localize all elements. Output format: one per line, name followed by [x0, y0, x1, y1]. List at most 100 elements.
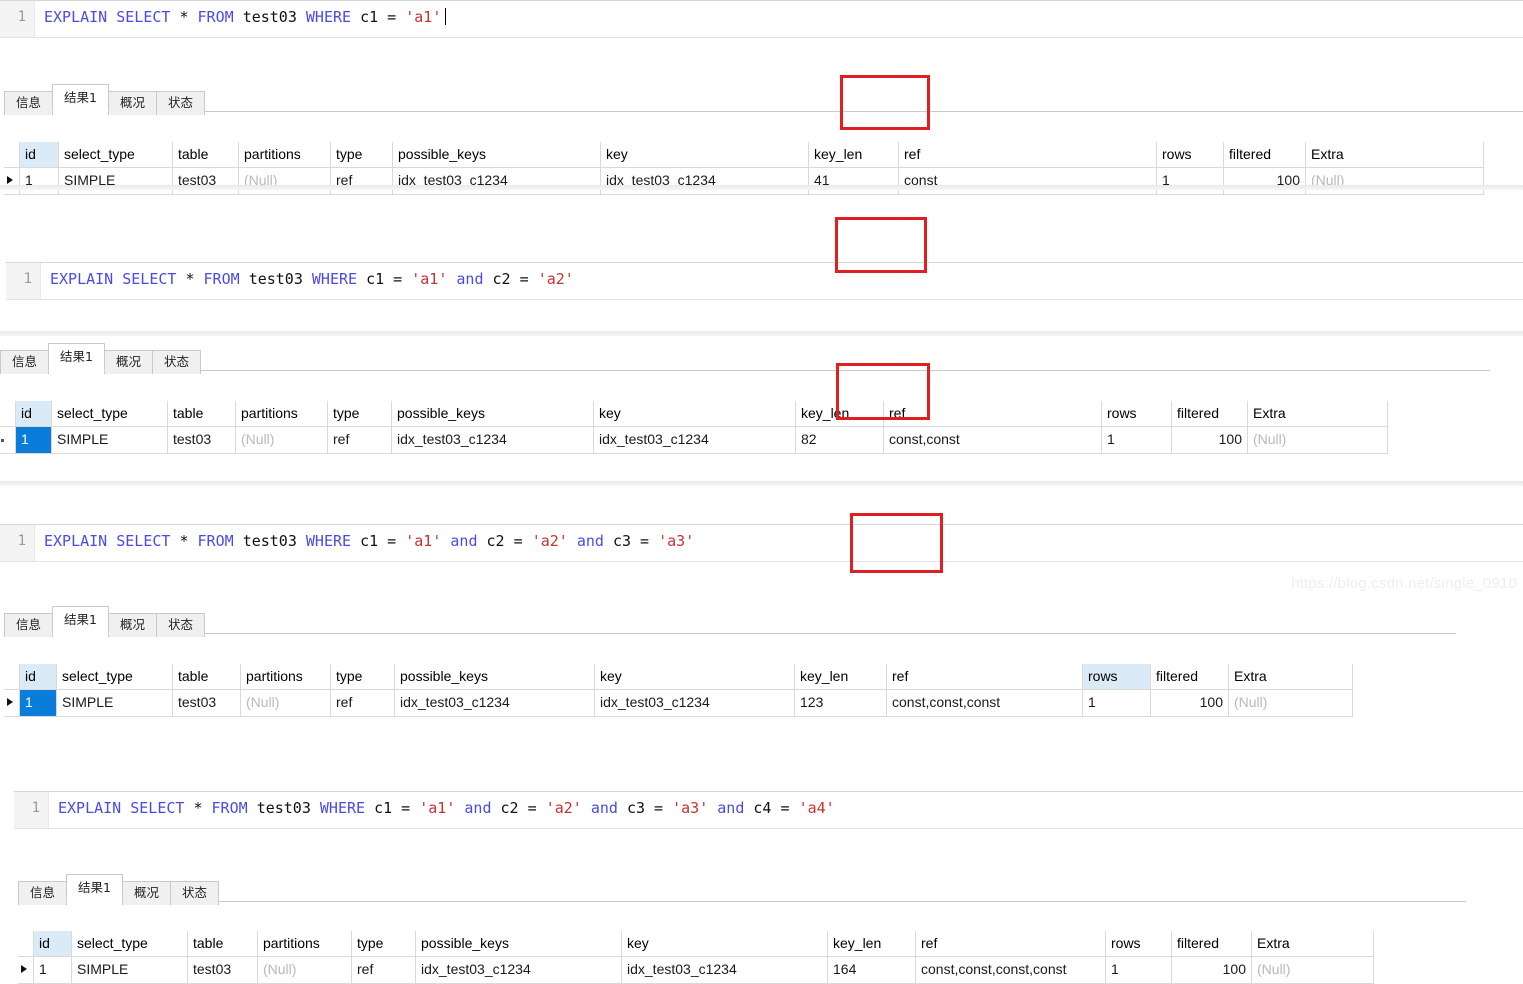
- cell-Extra[interactable]: (Null): [1229, 690, 1353, 717]
- cell-possible_keys[interactable]: idx_test03_c1234: [393, 168, 601, 195]
- column-header-type[interactable]: type: [331, 142, 393, 168]
- column-header-type[interactable]: type: [328, 401, 392, 427]
- tab-info[interactable]: 信息: [18, 880, 68, 905]
- tab-result1[interactable]: 结果1: [52, 605, 109, 634]
- cell-key[interactable]: idx_test03_c1234: [622, 957, 828, 984]
- cell-key[interactable]: idx_test03_c1234: [601, 168, 809, 195]
- cell-key[interactable]: idx_test03_c1234: [594, 427, 796, 454]
- row-marker[interactable]: [0, 427, 16, 454]
- cell-table[interactable]: test03: [173, 690, 241, 717]
- tab-info[interactable]: 信息: [0, 349, 50, 374]
- cell-type[interactable]: ref: [331, 168, 393, 195]
- cell-type[interactable]: ref: [352, 957, 416, 984]
- column-header-partitions[interactable]: partitions: [241, 664, 331, 690]
- cell-type[interactable]: ref: [328, 427, 392, 454]
- column-header-table[interactable]: table: [168, 401, 236, 427]
- cell-table[interactable]: test03: [168, 427, 236, 454]
- cell-table[interactable]: test03: [173, 168, 239, 195]
- column-header-filtered[interactable]: filtered: [1224, 142, 1306, 168]
- cell-key_len[interactable]: 82: [796, 427, 884, 454]
- column-header-ref[interactable]: ref: [884, 401, 1102, 427]
- cell-table[interactable]: test03: [188, 957, 258, 984]
- row-marker[interactable]: [4, 168, 20, 195]
- column-header-partitions[interactable]: partitions: [258, 931, 352, 957]
- cell-id[interactable]: 1: [20, 168, 59, 195]
- column-header-key_len[interactable]: key_len: [795, 664, 887, 690]
- tab-profile[interactable]: 概况: [107, 90, 157, 115]
- cell-id[interactable]: 1: [34, 957, 72, 984]
- column-header-Extra[interactable]: Extra: [1248, 401, 1388, 427]
- cell-key_len[interactable]: 41: [809, 168, 899, 195]
- column-header-type[interactable]: type: [331, 664, 395, 690]
- column-header-Extra[interactable]: Extra: [1306, 142, 1484, 168]
- cell-filtered[interactable]: 100: [1224, 168, 1306, 195]
- tab-status[interactable]: 状态: [155, 612, 205, 637]
- cell-ref[interactable]: const: [899, 168, 1157, 195]
- column-header-select_type[interactable]: select_type: [72, 931, 188, 957]
- cell-filtered[interactable]: 100: [1172, 427, 1248, 454]
- cell-key_len[interactable]: 164: [828, 957, 916, 984]
- cell-rows[interactable]: 1: [1102, 427, 1172, 454]
- column-header-rows[interactable]: rows: [1157, 142, 1224, 168]
- column-header-key_len[interactable]: key_len: [828, 931, 916, 957]
- cell-ref[interactable]: const,const: [884, 427, 1102, 454]
- cell-Extra[interactable]: (Null): [1306, 168, 1484, 195]
- column-header-key[interactable]: key: [622, 931, 828, 957]
- cell-rows[interactable]: 1: [1157, 168, 1224, 195]
- row-marker[interactable]: [4, 690, 20, 717]
- cell-partitions[interactable]: (Null): [241, 690, 331, 717]
- column-header-table[interactable]: table: [188, 931, 258, 957]
- column-header-id[interactable]: id: [16, 401, 52, 427]
- column-header-key_len[interactable]: key_len: [796, 401, 884, 427]
- cell-partitions[interactable]: (Null): [258, 957, 352, 984]
- column-header-rows[interactable]: rows: [1083, 664, 1151, 690]
- column-header-select_type[interactable]: select_type: [52, 401, 168, 427]
- tab-profile[interactable]: 概况: [107, 612, 157, 637]
- tab-result1[interactable]: 结果1: [66, 873, 123, 902]
- sql-editor-3[interactable]: 1 EXPLAIN SELECT * FROM test03 WHERE c1 =…: [0, 524, 1523, 562]
- cell-id[interactable]: 1: [20, 690, 57, 717]
- column-header-id[interactable]: id: [20, 142, 59, 168]
- column-header-possible_keys[interactable]: possible_keys: [416, 931, 622, 957]
- cell-Extra[interactable]: (Null): [1252, 957, 1374, 984]
- column-header-ref[interactable]: ref: [887, 664, 1083, 690]
- cell-partitions[interactable]: (Null): [239, 168, 331, 195]
- column-header-id[interactable]: id: [34, 931, 72, 957]
- column-header-key[interactable]: key: [594, 401, 796, 427]
- column-header-partitions[interactable]: partitions: [236, 401, 328, 427]
- column-header-possible_keys[interactable]: possible_keys: [393, 142, 601, 168]
- column-header-key_len[interactable]: key_len: [809, 142, 899, 168]
- cell-ref[interactable]: const,const,const: [887, 690, 1083, 717]
- cell-filtered[interactable]: 100: [1172, 957, 1252, 984]
- tab-profile[interactable]: 概况: [121, 880, 171, 905]
- tab-result1[interactable]: 结果1: [52, 83, 109, 112]
- cell-rows[interactable]: 1: [1106, 957, 1172, 984]
- tab-info[interactable]: 信息: [4, 90, 54, 115]
- column-header-table[interactable]: table: [173, 142, 239, 168]
- tab-status[interactable]: 状态: [155, 90, 205, 115]
- sql-editor-2[interactable]: 1 EXPLAIN SELECT * FROM test03 WHERE c1 =…: [6, 262, 1523, 300]
- column-header-partitions[interactable]: partitions: [239, 142, 331, 168]
- cell-type[interactable]: ref: [331, 690, 395, 717]
- cell-possible_keys[interactable]: idx_test03_c1234: [416, 957, 622, 984]
- column-header-ref[interactable]: ref: [916, 931, 1106, 957]
- cell-Extra[interactable]: (Null): [1248, 427, 1388, 454]
- cell-possible_keys[interactable]: idx_test03_c1234: [395, 690, 595, 717]
- tab-status[interactable]: 状态: [169, 880, 219, 905]
- cell-rows[interactable]: 1: [1083, 690, 1151, 717]
- cell-filtered[interactable]: 100: [1151, 690, 1229, 717]
- sql-editor-1[interactable]: 1 EXPLAIN SELECT * FROM test03 WHERE c1 =…: [0, 0, 1523, 38]
- column-header-type[interactable]: type: [352, 931, 416, 957]
- cell-possible_keys[interactable]: idx_test03_c1234: [392, 427, 594, 454]
- column-header-rows[interactable]: rows: [1106, 931, 1172, 957]
- column-header-Extra[interactable]: Extra: [1252, 931, 1374, 957]
- column-header-filtered[interactable]: filtered: [1172, 931, 1252, 957]
- column-header-filtered[interactable]: filtered: [1151, 664, 1229, 690]
- column-header-filtered[interactable]: filtered: [1172, 401, 1248, 427]
- column-header-possible_keys[interactable]: possible_keys: [392, 401, 594, 427]
- cell-select_type[interactable]: SIMPLE: [59, 168, 173, 195]
- tab-status[interactable]: 状态: [151, 349, 201, 374]
- tab-result1[interactable]: 结果1: [48, 342, 105, 371]
- cell-ref[interactable]: const,const,const,const: [916, 957, 1106, 984]
- column-header-select_type[interactable]: select_type: [57, 664, 173, 690]
